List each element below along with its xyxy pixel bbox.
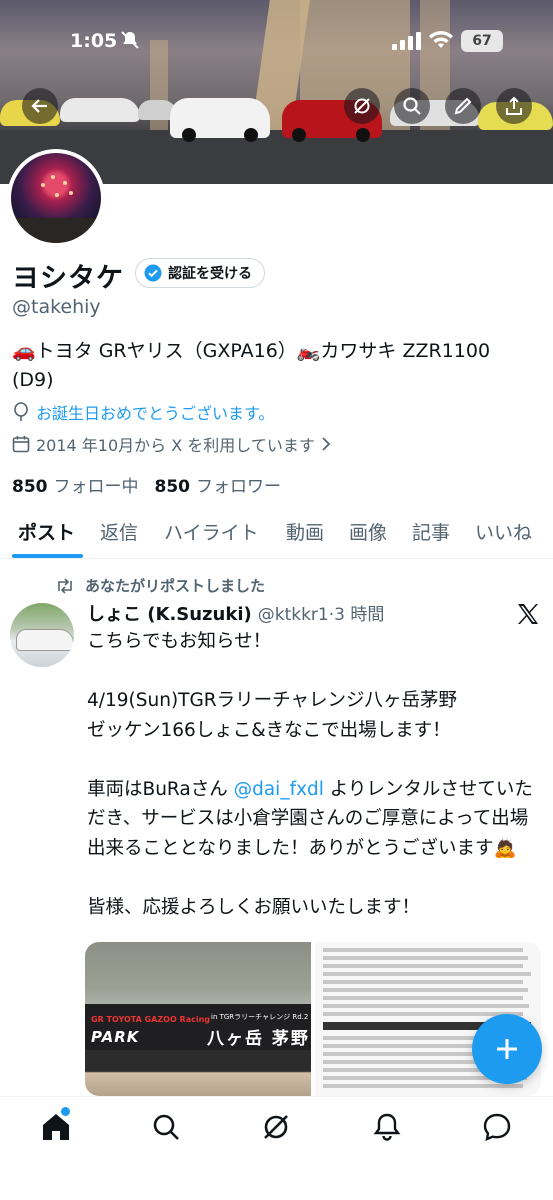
profile-name: ヨシタケ xyxy=(12,263,124,294)
mention-link[interactable]: @dai_fxdl xyxy=(234,779,324,800)
tab-likes[interactable]: いいね xyxy=(475,518,532,545)
search-icon[interactable] xyxy=(150,1111,182,1143)
active-tab-indicator xyxy=(12,554,83,558)
post-author-meta[interactable]: @ktkkr1·3 時間 xyxy=(258,600,385,625)
following-label: フォロー中 xyxy=(53,477,139,497)
bio-line: 🚗トヨタ GRヤリス（GXPA16）🏍️カワサキ ZZR1100 xyxy=(12,340,491,362)
edit-icon xyxy=(454,97,472,115)
x-logo-icon xyxy=(518,604,538,624)
search-button[interactable] xyxy=(394,88,430,124)
chevron-right-icon xyxy=(322,437,331,451)
notifications-icon[interactable] xyxy=(371,1111,403,1143)
follow-stats: 850 フォロー中 850 フォロワー xyxy=(12,472,281,497)
profile-handle: @takehiy xyxy=(12,296,101,318)
wifi-icon xyxy=(429,31,453,48)
media-park-text: PARK xyxy=(91,1028,140,1046)
media-brand-text: GR TOYOTA GAZOO Racing xyxy=(91,1015,211,1024)
get-verified-label: 認証を受ける xyxy=(168,266,252,282)
tab-photos[interactable]: 画像 xyxy=(349,518,387,545)
get-verified-button[interactable]: 認証を受ける xyxy=(135,258,265,288)
joined-row[interactable]: 2014 年10月から X を利用しています xyxy=(12,432,331,456)
plus-icon xyxy=(497,1039,517,1059)
post-text-paragraph: 車両はBuRaさん @dai_fxdl よりレンタルさせていただき、サービスは小… xyxy=(87,775,543,864)
home-icon[interactable] xyxy=(40,1111,72,1143)
share-icon xyxy=(506,96,522,115)
post-author-name[interactable]: しょこ (K.Suzuki) xyxy=(87,600,252,626)
post-header: しょこ (K.Suzuki) @ktkkr1·3 時間 xyxy=(87,600,384,626)
search-icon xyxy=(403,97,421,115)
post-text-paragraph: 4/19(Sun)TGRラリーチャレンジ八ヶ岳茅野 ゼッケン166しょこ&きなこ… xyxy=(87,690,457,741)
post-text: こちらでもお知らせ！ 4/19(Sun)TGRラリーチャレンジ八ヶ岳茅野 ゼッケン… xyxy=(87,627,543,922)
balloon-icon xyxy=(14,402,28,421)
following-count: 850 xyxy=(12,477,48,497)
calendar-icon xyxy=(12,436,30,453)
post-author-avatar[interactable] xyxy=(10,603,74,667)
tab-posts[interactable]: ポスト xyxy=(18,518,75,545)
profile-avatar[interactable] xyxy=(7,149,105,247)
notification-dot xyxy=(61,1107,70,1116)
followers-count: 850 xyxy=(154,477,191,497)
profile-tabs: ポスト 返信 ハイライト 動画 画像 記事 いいね xyxy=(0,508,553,559)
share-button[interactable] xyxy=(496,88,532,124)
messages-icon[interactable] xyxy=(481,1111,513,1143)
tab-videos[interactable]: 動画 xyxy=(286,518,324,545)
tab-replies[interactable]: 返信 xyxy=(100,518,138,545)
status-time: 1:05 xyxy=(70,30,118,52)
post-media: GR TOYOTA GAZOO Racing PARK in TGRラリーチャレ… xyxy=(85,942,541,1096)
bottom-navigation xyxy=(0,1096,553,1200)
post-text-paragraph: 皆様、応援よろしくお願いいたします！ xyxy=(87,896,421,918)
joined-text: 2014 年10月から X を利用しています xyxy=(36,436,315,455)
tab-articles[interactable]: 記事 xyxy=(412,518,450,545)
post-text-line: こちらでもお知らせ！ xyxy=(87,631,272,652)
birthday-row[interactable]: お誕生日おめでとうございます。 xyxy=(12,400,274,424)
repost-indicator[interactable]: あなたがリポストしました xyxy=(55,575,265,596)
edit-button[interactable] xyxy=(445,88,481,124)
birthday-text: お誕生日おめでとうございます。 xyxy=(36,404,275,423)
battery-indicator: 67 xyxy=(461,30,503,52)
tab-highlights[interactable]: ハイライト xyxy=(164,518,259,545)
post-image-1[interactable]: GR TOYOTA GAZOO Racing PARK in TGRラリーチャレ… xyxy=(85,942,311,1096)
status-bar: 1:05 67 xyxy=(0,0,553,80)
post-text-segment: 車両はBuRaさん xyxy=(87,778,234,800)
verified-badge-icon xyxy=(144,264,162,282)
grok-button[interactable] xyxy=(344,88,380,124)
compose-post-button[interactable] xyxy=(472,1014,542,1084)
bio-line: (D9) xyxy=(12,369,54,391)
followers-label: フォロワー xyxy=(196,477,281,497)
media-event-text: in TGRラリーチャレンジ Rd.2 xyxy=(211,1013,309,1021)
media-place-text: 八ヶ岳 茅野 xyxy=(207,1029,310,1049)
grok-icon xyxy=(354,98,370,114)
followers-link[interactable]: 850 フォロワー xyxy=(155,472,282,497)
grok-icon[interactable] xyxy=(260,1111,292,1143)
repost-label: あなたがリポストしました xyxy=(85,577,266,595)
silent-bell-icon xyxy=(121,31,139,49)
repost-icon xyxy=(58,577,72,594)
profile-bio: 🚗トヨタ GRヤリス（GXPA16）🏍️カワサキ ZZR1100 (D9) xyxy=(12,337,532,395)
back-button[interactable] xyxy=(22,88,58,124)
cellular-signal-icon xyxy=(392,32,421,50)
following-link[interactable]: 850 フォロー中 xyxy=(12,472,139,497)
back-arrow-icon xyxy=(31,99,47,113)
